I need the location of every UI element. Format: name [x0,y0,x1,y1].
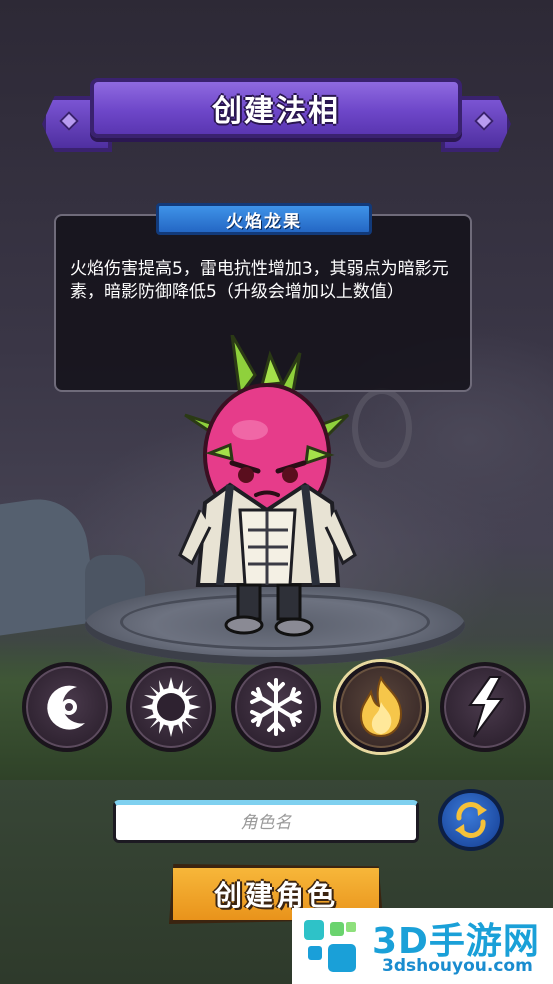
refresh-icon [455,802,487,838]
element-button-dark-sun[interactable] [126,662,216,752]
black-sun-icon [141,677,201,737]
lightning-icon [468,676,504,738]
watermark: 3D手游网 3dshouyou.com [292,908,553,984]
background-rock [0,492,99,638]
flame-icon [359,676,403,738]
random-name-button[interactable] [438,789,504,851]
description-title: 火焰龙果 [226,211,302,232]
element-button-moon[interactable] [22,662,112,752]
watermark-url: 3dshouyou.com [382,956,533,976]
description-tab: 火焰龙果 [156,203,372,235]
description-text: 火焰伤害提高5，雷电抗性增加3，其弱点为暗影元素，暗影防御降低5（升级会增加以上… [70,259,449,302]
page-title: 创建法相 [212,94,340,129]
dragon-fruit-character [178,335,357,637]
crescent-moon-icon [47,685,85,730]
element-button-fire[interactable] [336,662,426,752]
element-button-ice[interactable] [231,662,321,752]
snowflake-icon [250,678,302,736]
watermark-logo-icon [304,920,356,972]
element-button-thunder[interactable] [440,662,530,752]
character-name-input[interactable] [113,800,419,843]
title-banner: 创建法相 [90,78,462,138]
